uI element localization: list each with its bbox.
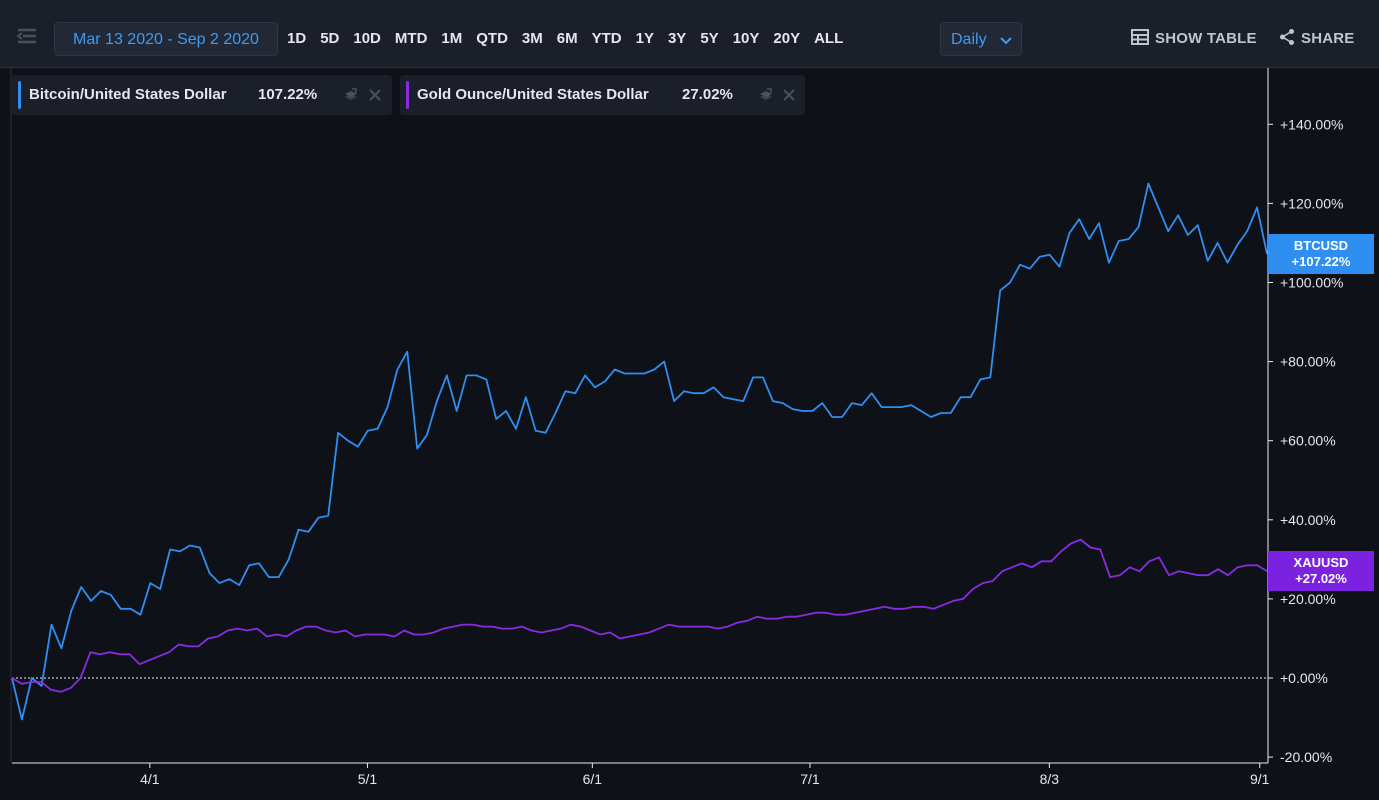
period-button-3y[interactable]: 3Y: [661, 22, 693, 56]
share-icon: [1280, 29, 1294, 46]
period-button-qtd[interactable]: QTD: [469, 22, 515, 56]
y-tick-label: +20.00%: [1280, 591, 1336, 607]
btc-price-tag: BTCUSD +107.22%: [1268, 233, 1374, 274]
period-button-5y[interactable]: 5Y: [693, 22, 725, 56]
y-tick-label: +0.00%: [1280, 670, 1328, 686]
legend-series-name: Bitcoin/United States Dollar: [29, 86, 227, 103]
stack-icon[interactable]: [343, 87, 359, 103]
y-tick-label: +100.00%: [1280, 275, 1343, 291]
period-button-5d[interactable]: 5D: [313, 22, 346, 56]
series-line-1: [11, 538, 1268, 693]
x-tick-label: 6/1: [583, 771, 603, 787]
period-button-all[interactable]: ALL: [807, 22, 850, 56]
y-tick-label: +60.00%: [1280, 433, 1336, 449]
xau-ticker: XAUUSD: [1293, 555, 1349, 571]
show-table-button[interactable]: SHOW TABLE: [1131, 22, 1257, 56]
y-tick-label: +40.00%: [1280, 512, 1336, 528]
x-tick-label: 5/1: [358, 771, 378, 787]
interval-select[interactable]: Daily: [940, 22, 1022, 56]
period-button-1y[interactable]: 1Y: [629, 22, 661, 56]
btc-tag-value: +107.22%: [1291, 253, 1351, 269]
period-buttons: 1D 5D 10D MTD 1M QTD 3M 6M YTD 1Y 3Y 5Y 10Y 20Y ALL: [280, 22, 850, 56]
show-table-label: SHOW TABLE: [1155, 30, 1257, 47]
close-icon[interactable]: [781, 87, 797, 103]
legend-chip-btc[interactable]: Bitcoin/United States Dollar 107.22%: [12, 75, 392, 115]
interval-label: Daily: [951, 31, 987, 48]
period-button-6m[interactable]: 6M: [550, 22, 585, 56]
chart-toolbar: Mar 13 2020 - Sep 2 2020 1D 5D 10D MTD 1M QTD…: [0, 0, 1379, 68]
legend-series-name: Gold Ounce/United States Dollar: [417, 86, 649, 103]
y-tick-label: -20.00%: [1280, 749, 1332, 765]
y-tick-label: +120.00%: [1280, 195, 1343, 211]
x-tick-label: 7/1: [800, 771, 820, 787]
stack-icon[interactable]: [758, 87, 774, 103]
y-tick-label: +140.00%: [1280, 116, 1343, 132]
chevron-down-icon: [1000, 37, 1012, 45]
close-icon[interactable]: [367, 87, 383, 103]
performance-chart: +140.00% +120.00% +100.00% +80.00% +60.00% +4…: [10, 68, 1343, 787]
legend-series-value: 107.22%: [258, 86, 318, 103]
series-color-bar: [18, 81, 21, 109]
share-button[interactable]: SHARE: [1279, 22, 1355, 56]
xau-price-tag: XAUUSD +27.02%: [1268, 551, 1374, 592]
period-button-3m[interactable]: 3M: [515, 22, 550, 56]
period-button-1m[interactable]: 1M: [434, 22, 469, 56]
date-range-button[interactable]: Mar 13 2020 - Sep 2 2020: [54, 22, 278, 56]
period-button-20y[interactable]: 20Y: [766, 22, 807, 56]
period-button-1d[interactable]: 1D: [280, 22, 313, 56]
sidebar-toggle-icon[interactable]: [14, 24, 40, 50]
share-label: SHARE: [1301, 30, 1355, 47]
y-tick-label: +80.00%: [1280, 354, 1336, 370]
series-line-0: [11, 182, 1268, 721]
xau-tag-value: +27.02%: [1295, 571, 1347, 587]
btc-ticker: BTCUSD: [1293, 237, 1349, 253]
series-color-bar: [406, 81, 409, 109]
table-icon: [1131, 29, 1149, 46]
x-tick-label: 8/3: [1040, 771, 1060, 787]
legend-chip-gold[interactable]: Gold Ounce/United States Dollar 27.02%: [400, 75, 805, 115]
legend-series-value: 27.02%: [682, 86, 733, 103]
period-button-10y[interactable]: 10Y: [726, 22, 767, 56]
period-button-mtd[interactable]: MTD: [388, 22, 435, 56]
x-tick-label: 4/1: [140, 771, 160, 787]
period-button-ytd[interactable]: YTD: [585, 22, 629, 56]
period-button-10d[interactable]: 10D: [346, 22, 388, 56]
x-tick-label: 9/1: [1250, 771, 1270, 787]
